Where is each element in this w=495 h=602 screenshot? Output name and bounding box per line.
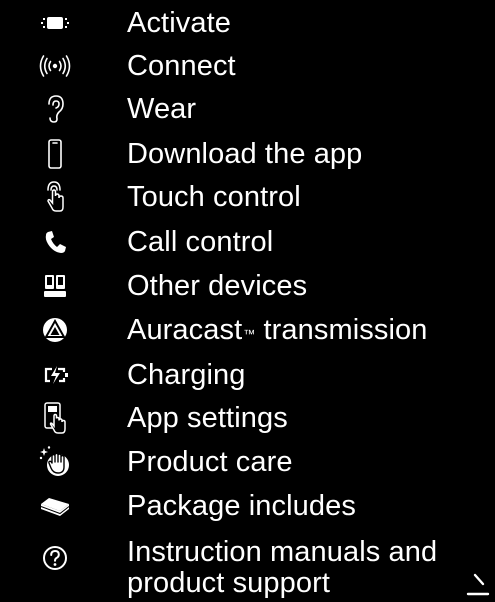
- scroll-corner-icon: [465, 573, 491, 597]
- phone-call-icon: [38, 226, 72, 258]
- transmission-text: transmission: [255, 314, 428, 346]
- menu-item-wear[interactable]: Wear: [0, 89, 495, 129]
- wireless-signal-icon: [38, 50, 72, 82]
- menu-item-product-care[interactable]: Product care: [0, 442, 495, 482]
- menu-item-activate[interactable]: Activate: [0, 3, 495, 43]
- menu-item-label: Charging: [127, 359, 246, 391]
- menu-item-download-app[interactable]: Download the app: [0, 134, 495, 174]
- product-care-icon: [38, 446, 72, 478]
- menu-item-label: Connect: [127, 50, 236, 82]
- menu-item-label: Auracast™ transmission: [127, 310, 428, 350]
- menu-item-instruction-manuals[interactable]: Instruction manuals and product support: [0, 534, 495, 599]
- menu-item-touch-control[interactable]: Touch control: [0, 177, 495, 217]
- trademark-symbol: ™: [243, 327, 256, 341]
- menu-item-label: Touch control: [127, 181, 301, 213]
- touch-finger-icon: [38, 181, 72, 213]
- menu-item-label: Product care: [127, 446, 293, 478]
- package-icon: [38, 490, 72, 522]
- menu-item-call-control[interactable]: Call control: [0, 222, 495, 262]
- menu-item-label: Package includes: [127, 490, 356, 522]
- help-icon: [38, 542, 72, 574]
- auracast-icon: [38, 314, 72, 346]
- devices-icon: [38, 270, 72, 302]
- menu-item-label: Download the app: [127, 138, 363, 170]
- smartphone-icon: [38, 138, 72, 170]
- menu-item-label: Activate: [127, 7, 231, 39]
- menu-item-label: Call control: [127, 226, 274, 258]
- menu-item-label-line1: Instruction manuals and: [127, 536, 438, 568]
- menu-item-connect[interactable]: Connect: [0, 46, 495, 86]
- ear-icon: [38, 93, 72, 125]
- menu-item-label: Instruction manuals and product support: [127, 537, 437, 599]
- menu-item-label: Wear: [127, 93, 197, 125]
- menu-item-auracast[interactable]: Auracast™ transmission: [0, 310, 495, 350]
- menu-item-charging[interactable]: Charging: [0, 355, 495, 395]
- menu-item-other-devices[interactable]: Other devices: [0, 266, 495, 306]
- menu-item-app-settings[interactable]: App settings: [0, 398, 495, 438]
- menu-item-label: Other devices: [127, 270, 308, 302]
- menu-item-label: App settings: [127, 402, 288, 434]
- charging-icon: [38, 359, 72, 391]
- menu-item-label-line2: product support: [127, 567, 331, 599]
- auracast-text: Auracast: [127, 314, 243, 346]
- app-settings-icon: [38, 402, 72, 434]
- menu-item-package-includes[interactable]: Package includes: [0, 486, 495, 526]
- battery-activate-icon: [38, 7, 72, 39]
